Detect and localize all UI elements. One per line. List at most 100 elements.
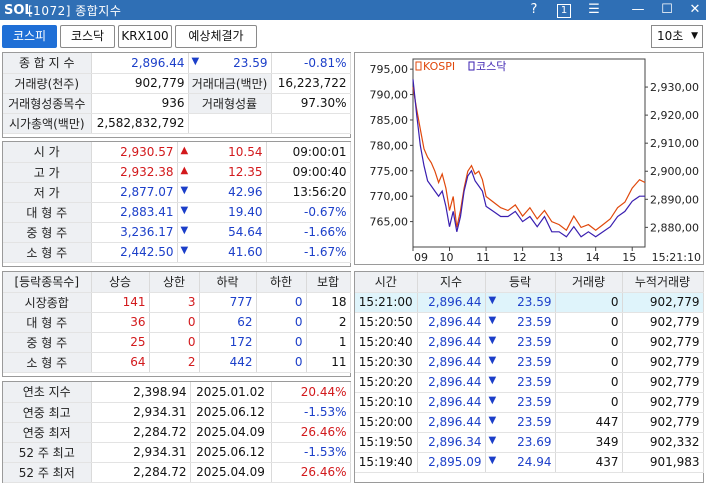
yearly-row: 연중 최저 2,284.72 2025.04.09 26.46%	[3, 422, 351, 443]
formed-label: 거래형성종목수	[3, 93, 92, 114]
tick-index: 2,896.44	[417, 392, 486, 413]
tick-volume: 0	[555, 392, 623, 413]
right-axis-tick-label: 2,880,00	[650, 221, 699, 234]
ohlc-label: 저 가	[3, 182, 92, 203]
tick-time: 15:20:40	[355, 332, 418, 353]
maximize-button[interactable]: ☐	[655, 0, 679, 20]
tick-row[interactable]: 15:20:10 2,896.44 ▼ 23.59 0 902,779	[355, 392, 704, 413]
left-axis-tick-label: 780,00	[370, 139, 409, 152]
chart-svg: 795,00 790,00 785,00 780,00 775,00 770,00 765,…	[370, 58, 701, 264]
breadth-uplimit: 0	[149, 312, 200, 333]
yearly-row: 52 주 최고 2,934.31 2025.06.12 -1.53%	[3, 442, 351, 463]
breadth-row: 소 형 주 64 2 442 0 11	[3, 352, 351, 373]
tick-row[interactable]: 15:21:00 2,896.44 ▼ 23.59 0 902,779	[355, 292, 704, 313]
x-axis-tick-label: 14	[586, 251, 600, 264]
app-logo: SOL	[4, 2, 33, 18]
tick-change: 23.69	[517, 435, 552, 449]
tick-time: 15:19:50	[355, 432, 418, 453]
tick-index: 2,896.44	[417, 332, 486, 353]
ohlc-diff-cell: ▼ 19.40	[177, 202, 267, 223]
yearly-date: 2025.06.12	[190, 442, 272, 463]
x-axis-tick-label: 12	[513, 251, 527, 264]
close-button[interactable]: ✕	[683, 0, 706, 20]
yearly-pct: -1.53%	[271, 402, 351, 423]
tick-index: 2,896.44	[417, 312, 486, 333]
tick-cum-volume: 901,983	[622, 452, 704, 473]
down-arrow-icon: ▼	[488, 295, 497, 306]
breadth-header: 상승	[91, 272, 150, 293]
tick-row[interactable]: 15:20:30 2,896.44 ▼ 23.59 0 902,779	[355, 352, 704, 373]
breadth-uplimit: 2	[149, 352, 200, 373]
ohlc-row: 소 형 주 2,442.50 ▼ 41.60 -1.67%	[3, 242, 351, 263]
down-arrow-icon: ▼	[180, 225, 189, 236]
tick-row[interactable]: 15:19:40 2,895.09 ▼ 24.94 437 901,983	[355, 452, 704, 473]
mcap-label: 시가총액(백만)	[3, 113, 92, 134]
volume-label: 거래량(천주)	[3, 73, 92, 94]
breadth-label: 중 형 주	[3, 332, 92, 353]
tick-time: 15:20:10	[355, 392, 418, 413]
tick-change-cell: ▼ 23.59	[485, 372, 556, 393]
breadth-flat: 2	[306, 312, 351, 333]
breadth-uplimit: 3	[149, 292, 200, 313]
tick-row[interactable]: 15:19:50 2,896.34 ▼ 23.69 349 902,332	[355, 432, 704, 453]
breadth-label: 대 형 주	[3, 312, 92, 333]
tick-volume: 0	[555, 372, 623, 393]
down-arrow-icon: ▼	[488, 435, 497, 446]
x-axis-end-label: 15:21:10	[652, 251, 701, 264]
down-arrow-icon: ▼	[488, 415, 497, 426]
tab-kosdaq[interactable]: 코스닥	[60, 25, 115, 48]
legend-label: KOSPI	[423, 60, 455, 73]
ohlc-diff: 10.54	[228, 144, 263, 159]
tick-volume: 349	[555, 432, 623, 453]
formed-rate-label: 거래형성률	[188, 93, 272, 114]
tick-row[interactable]: 15:20:40 2,896.44 ▼ 23.59 0 902,779	[355, 332, 704, 353]
minimize-button[interactable]: —	[626, 0, 650, 20]
tick-cum-volume: 902,332	[622, 432, 704, 453]
ohlc-diff: 12.35	[228, 165, 263, 179]
ohlc-row: 고 가 2,932.38 ▲ 12.35 09:00:40	[3, 162, 351, 183]
yearly-value: 2,934.31	[91, 442, 191, 463]
intraday-chart[interactable]: 795,00 790,00 785,00 780,00 775,00 770,00 765,…	[354, 52, 704, 265]
tab-expected-price[interactable]: 예상체결가	[175, 25, 257, 48]
breadth-flat: 18	[306, 292, 351, 313]
screen-number-button[interactable]: 1	[552, 0, 576, 20]
ohlc-label: 대 형 주	[3, 202, 92, 223]
breadth-row: 시장종합 141 3 777 0 18	[3, 292, 351, 313]
tab-krx100[interactable]: KRX100	[118, 25, 172, 48]
legend-swatch	[415, 61, 422, 71]
right-axis-tick-label: 2,930,00	[650, 81, 699, 94]
amount-value: 16,223,722	[271, 73, 351, 94]
tab-kospi[interactable]: 코스피	[2, 25, 57, 48]
breadth-uplimit: 0	[149, 332, 200, 353]
tick-change-cell: ▼ 23.59	[485, 312, 556, 333]
help-button[interactable]: ?	[522, 0, 546, 20]
breadth-row: 대 형 주 36 0 62 0 2	[3, 312, 351, 333]
down-arrow-icon: ▼	[488, 355, 497, 366]
ticks-header: 지수	[417, 272, 486, 293]
tick-change: 24.94	[517, 455, 552, 469]
tick-row[interactable]: 15:20:00 2,896.44 ▼ 23.59 447 902,779	[355, 412, 704, 433]
breadth-up: 64	[91, 352, 150, 373]
ohlc-row: 중 형 주 3,236.17 ▼ 54.64 -1.66%	[3, 222, 351, 243]
ohlc-value: 3,236.17	[91, 222, 178, 243]
ohlc-row: 시 가 2,930.57 ▲ 10.54 09:00:01	[3, 142, 351, 163]
breadth-downlimit: 0	[256, 352, 307, 373]
tick-row[interactable]: 15:20:50 2,896.44 ▼ 23.59 0 902,779	[355, 312, 704, 333]
left-axis-tick-label: 775,00	[370, 165, 409, 178]
left-axis-tick-label: 785,00	[370, 114, 409, 127]
index-change-cell: ▼ 23.59	[188, 53, 272, 74]
interval-select[interactable]: 10초 ▼	[651, 25, 703, 48]
tick-row[interactable]: 15:20:20 2,896.44 ▼ 23.59 0 902,779	[355, 372, 704, 393]
menu-icon[interactable]: ☰	[582, 0, 606, 20]
breadth-header: 하락	[199, 272, 257, 293]
left-axis-tick-label: 770,00	[370, 190, 409, 203]
ohlc-label: 중 형 주	[3, 222, 92, 243]
yearly-value: 2,284.72	[91, 422, 191, 443]
kospi-series-line	[412, 87, 646, 232]
ohlc-diff-cell: ▼ 41.60	[177, 242, 267, 263]
index-value: 2,896.44	[91, 53, 189, 74]
ohlc-panel: 시 가 2,930.57 ▲ 10.54 09:00:01 고 가 2,932.38 ▲ 12.…	[2, 141, 351, 267]
breadth-up: 25	[91, 332, 150, 353]
x-axis-tick-label: 11	[476, 251, 490, 264]
ohlc-label: 소 형 주	[3, 242, 92, 263]
